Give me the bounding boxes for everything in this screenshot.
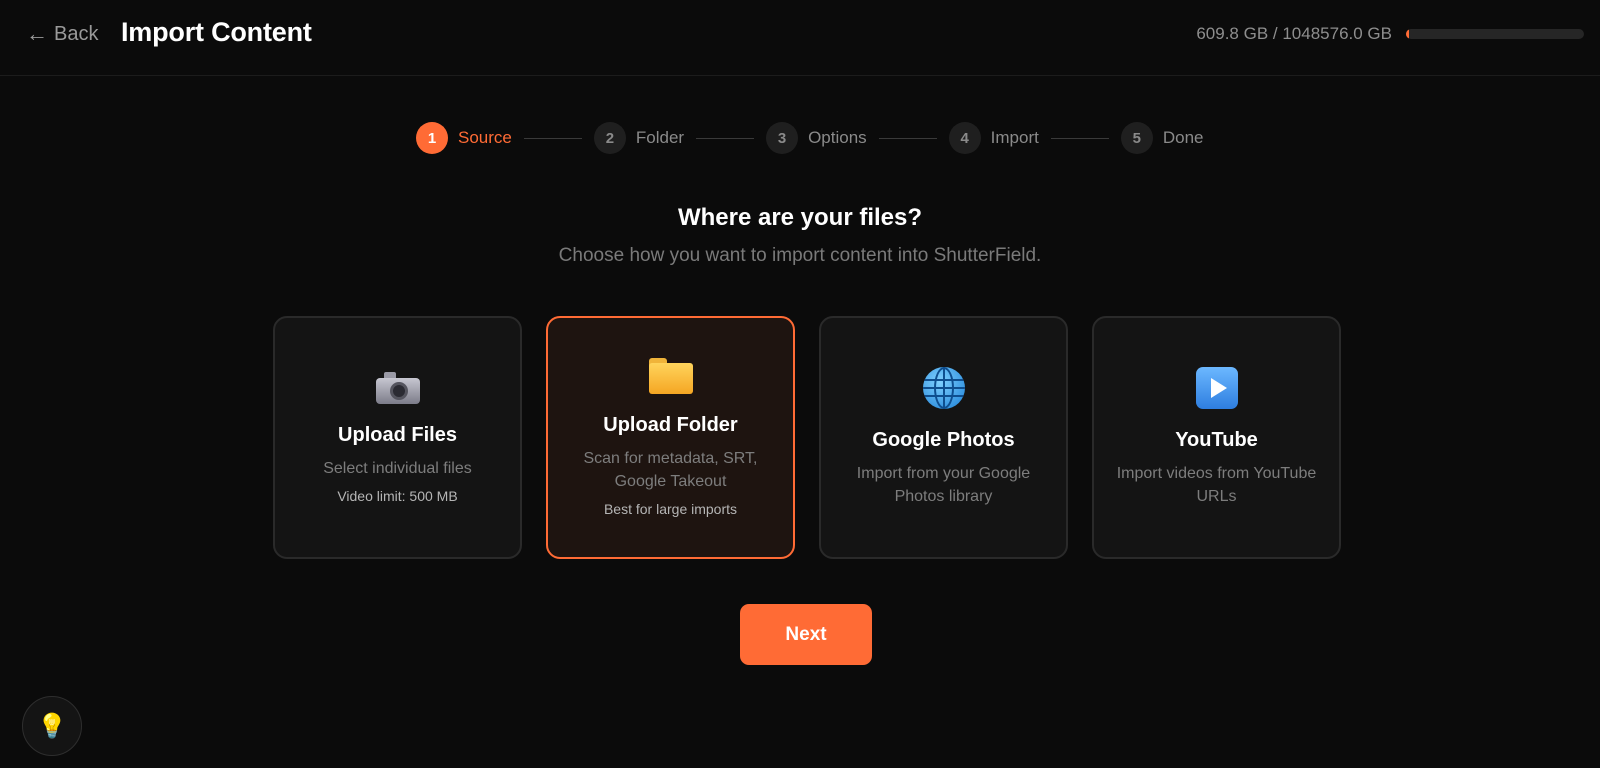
step-connector [696,137,755,139]
upload-files-card[interactable]: Upload Files Select individual files Vid… [273,316,522,559]
step-folder: 2 Folder [593,122,685,154]
card-title: Upload Files [338,423,457,446]
card-title: YouTube [1175,429,1258,451]
folder-icon [648,358,693,394]
card-note: Video limit: 500 MB [337,487,458,504]
upload-folder-card[interactable]: Upload Folder Scan for metadata, SRT, Go… [546,316,795,559]
step-done: 5 Done [1120,122,1204,154]
play-icon [1195,367,1238,409]
arrow-left-icon: ← [26,21,48,46]
tips-button[interactable]: 💡 [22,696,82,756]
section-heading: Where are your files? [677,204,923,231]
back-label: Back [54,22,99,45]
step-label: Folder [635,128,685,147]
lightbulb-icon: 💡 [37,712,67,740]
step-connector [523,137,582,139]
section-subheading: Choose how you want to import content in… [558,245,1042,266]
back-button[interactable]: ← Back [26,21,98,47]
step-source: 1 Source [416,122,512,154]
globe-icon [922,367,965,409]
step-import: 4 Import [948,122,1039,154]
card-title: Upload Folder [603,414,738,436]
youtube-card[interactable]: YouTube Import videos from YouTube URLs [1092,316,1341,559]
step-connector [1050,137,1109,139]
next-button[interactable]: Next [740,604,872,665]
card-description: Import videos from YouTube URLs [1116,465,1317,505]
top-bar: ← Back Import Content 609.8 GB / 1048576… [0,0,1600,76]
card-description: Scan for metadata, SRT, Google Takeout [583,450,758,490]
step-connector [878,137,937,139]
step-label: Done [1162,128,1204,147]
step-number: 4 [948,122,981,154]
step-label: Import [990,128,1039,147]
storage-usage-fill [1406,29,1409,39]
step-number: 1 [416,122,448,154]
step-number: 5 [1120,122,1153,154]
step-label: Source [458,128,512,147]
google-photos-card[interactable]: Google Photos Import from your Google Ph… [819,316,1068,559]
step-number: 2 [593,122,626,154]
storage-usage-bar [1406,29,1584,39]
step-label: Options [808,128,867,147]
card-description: Select individual files [323,459,472,477]
card-title: Google Photos [872,429,1015,451]
import-stepper: 1 Source 2 Folder 3 Options 4 Import 5 D… [416,122,1203,154]
source-options: Upload Files Select individual files Vid… [273,316,1341,559]
storage-usage-text: 609.8 GB / 1048576.0 GB [1196,24,1392,43]
card-note: Best for large imports [603,501,738,517]
step-number: 3 [766,122,799,154]
card-description: Import from your Google Photos library [856,465,1031,505]
step-options: 3 Options [766,122,867,154]
page-title: Import Content [121,17,312,47]
camera-icon [375,371,420,404]
